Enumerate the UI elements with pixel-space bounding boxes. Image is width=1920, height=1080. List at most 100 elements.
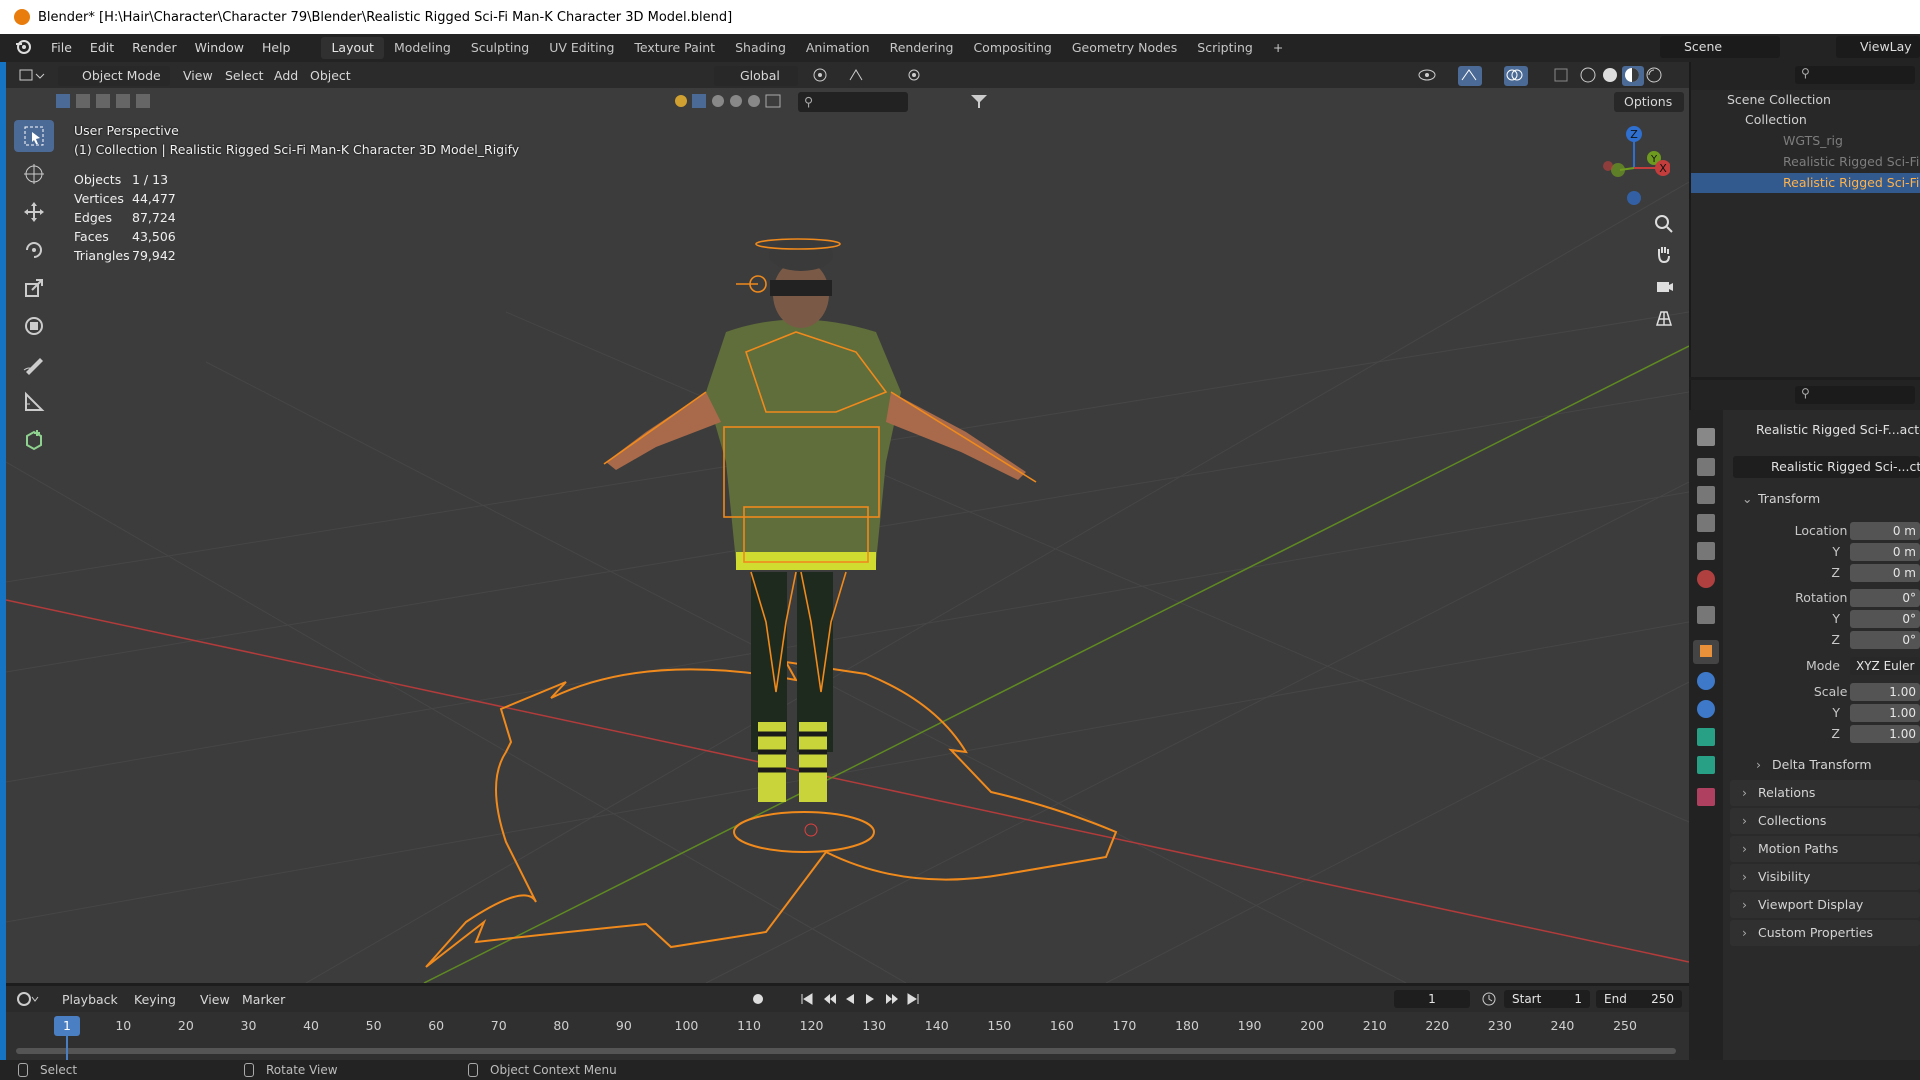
add-workspace-button[interactable]: + xyxy=(1263,37,1293,59)
menu-edit[interactable]: Edit xyxy=(81,37,123,59)
start-frame-field[interactable]: Start 1 xyxy=(1504,990,1590,1008)
transform-tool-icon[interactable] xyxy=(14,310,54,342)
physics-tab-icon[interactable] xyxy=(1697,700,1715,718)
3d-viewport[interactable] xyxy=(6,62,1689,983)
menu-help[interactable]: Help xyxy=(253,37,300,59)
menu-file[interactable]: File xyxy=(42,37,81,59)
timeline-scrollbar[interactable] xyxy=(16,1048,1676,1054)
collections-panel[interactable]: › Collections xyxy=(1730,808,1920,834)
object-mode-dropdown[interactable]: Object Mode xyxy=(58,66,170,86)
location-y-field[interactable]: 0 m xyxy=(1850,543,1920,561)
tab-scripting[interactable]: Scripting xyxy=(1187,37,1263,59)
motion-paths-panel[interactable]: › Motion Paths xyxy=(1730,836,1920,862)
end-frame-field[interactable]: End 250 xyxy=(1596,990,1682,1008)
modifier-tab-icon[interactable] xyxy=(1697,672,1715,690)
location-z-field[interactable]: 0 m xyxy=(1850,564,1920,582)
outliner-scene-collection[interactable]: Scene Collection xyxy=(1691,90,1920,110)
visibility-icon[interactable] xyxy=(1416,66,1442,86)
render-tab-icon[interactable] xyxy=(1697,458,1715,476)
ortho-grid-icon[interactable] xyxy=(1650,304,1678,332)
timeline-menu-marker[interactable]: Marker xyxy=(242,990,285,1010)
material-shading-icon[interactable] xyxy=(1622,66,1644,86)
outliner-search-field[interactable]: ⚲ xyxy=(1795,66,1915,84)
rotation-x-field[interactable]: 0° xyxy=(1850,589,1920,607)
object-data-dropdown[interactable]: Realistic Rigged Sci-...cter 3 xyxy=(1733,456,1920,478)
collection-tab-icon[interactable] xyxy=(1697,606,1715,624)
menu-window[interactable]: Window xyxy=(186,37,253,59)
rendered-shading-icon[interactable] xyxy=(1644,66,1666,86)
tab-uv-editing[interactable]: UV Editing xyxy=(539,37,624,59)
scale-tool-icon[interactable] xyxy=(14,272,54,304)
outliner-selected-object[interactable]: Realistic Rigged Sci-Fi Man xyxy=(1691,173,1920,193)
viewport-menu-select[interactable]: Select xyxy=(225,66,264,86)
viewport-menu-object[interactable]: Object xyxy=(310,66,351,86)
timeline-menu-keying[interactable]: Keying xyxy=(134,990,176,1010)
tab-sculpting[interactable]: Sculpting xyxy=(461,37,539,59)
scale-y-field[interactable]: 1.00 xyxy=(1850,704,1920,722)
viewport-menu-view[interactable]: View xyxy=(183,66,213,86)
annotate-tool-icon[interactable] xyxy=(14,348,54,380)
timeline-menu-playback[interactable]: Playback xyxy=(62,990,118,1010)
tab-shading[interactable]: Shading xyxy=(725,37,796,59)
measure-tool-icon[interactable] xyxy=(14,386,54,418)
delta-transform-subpanel[interactable]: › Delta Transform xyxy=(1744,752,1920,778)
solid-shading-icon[interactable] xyxy=(1600,66,1622,86)
pivot-point-icon[interactable] xyxy=(810,66,838,86)
transform-orientation-dropdown[interactable]: Global xyxy=(714,66,798,86)
menu-render[interactable]: Render xyxy=(123,37,186,59)
pan-hand-icon[interactable] xyxy=(1650,240,1678,268)
rotate-tool-icon[interactable] xyxy=(14,234,54,266)
transform-panel-header[interactable]: ⌄ Transform xyxy=(1730,486,1920,512)
clock-icon[interactable] xyxy=(1480,990,1500,1010)
move-tool-icon[interactable] xyxy=(14,196,54,228)
select-mode-icons[interactable] xyxy=(54,92,154,112)
overlays-toggle-icon[interactable] xyxy=(1504,66,1528,86)
cursor-tool-icon[interactable] xyxy=(14,158,54,190)
scene-tab-icon[interactable] xyxy=(1697,542,1715,560)
outliner-wgts-rig[interactable]: WGTS_rig xyxy=(1691,131,1920,151)
outliner-collection[interactable]: Collection xyxy=(1691,110,1920,130)
tool-tab-icon[interactable] xyxy=(1697,428,1715,446)
record-icon[interactable] xyxy=(748,990,774,1010)
blender-menu-icon[interactable] xyxy=(14,37,36,59)
viewport-display-panel[interactable]: › Viewport Display xyxy=(1730,892,1920,918)
timeline-editor-type-icon[interactable] xyxy=(16,990,46,1010)
tab-layout[interactable]: Layout xyxy=(321,37,384,59)
location-x-field[interactable]: 0 m xyxy=(1850,522,1920,540)
output-tab-icon[interactable] xyxy=(1697,486,1715,504)
world-tab-icon[interactable] xyxy=(1697,570,1715,588)
wireframe-shading-icon[interactable] xyxy=(1578,66,1600,86)
scene-selector[interactable]: Scene xyxy=(1660,36,1780,58)
tab-compositing[interactable]: Compositing xyxy=(963,37,1061,59)
object-tab-icon[interactable] xyxy=(1693,640,1719,664)
playback-controls[interactable] xyxy=(798,990,924,1010)
properties-search-field[interactable]: ⚲ xyxy=(1795,386,1915,404)
tab-modeling[interactable]: Modeling xyxy=(384,37,461,59)
zoom-icon[interactable] xyxy=(1650,210,1678,238)
editor-type-button[interactable] xyxy=(18,66,50,86)
rotation-y-field[interactable]: 0° xyxy=(1850,610,1920,628)
rotation-z-field[interactable]: 0° xyxy=(1850,631,1920,649)
proportional-edit-icon[interactable] xyxy=(904,66,928,86)
view-layer-tab-icon[interactable] xyxy=(1697,514,1715,532)
scale-x-field[interactable]: 1.00 xyxy=(1850,683,1920,701)
add-cube-tool-icon[interactable] xyxy=(14,424,54,456)
current-frame-field[interactable]: 1 xyxy=(1394,990,1470,1008)
object-name-field[interactable]: Realistic Rigged Sci-F...acter 3 xyxy=(1730,420,1920,440)
visibility-panel[interactable]: › Visibility xyxy=(1730,864,1920,890)
texture-tab-icon[interactable] xyxy=(1697,788,1715,806)
viewport-menu-add[interactable]: Add xyxy=(274,66,298,86)
viewport-filter-icons[interactable] xyxy=(672,92,788,112)
xray-icon[interactable] xyxy=(1552,66,1572,86)
timeline-menu-view[interactable]: View xyxy=(200,990,230,1010)
relations-panel[interactable]: › Relations xyxy=(1730,780,1920,806)
custom-properties-panel[interactable]: › Custom Properties xyxy=(1730,920,1920,946)
snap-icon[interactable] xyxy=(846,66,874,86)
viewport-search-field[interactable]: ⚲ xyxy=(798,92,908,112)
data-tab-icon[interactable] xyxy=(1697,756,1715,774)
navigation-gizmo[interactable]: Z Y X xyxy=(1590,120,1670,210)
options-dropdown[interactable]: Options xyxy=(1614,92,1684,112)
tab-geometry-nodes[interactable]: Geometry Nodes xyxy=(1062,37,1187,59)
view-layer-selector[interactable]: ViewLay xyxy=(1836,36,1920,58)
filter-icon[interactable] xyxy=(968,92,998,112)
